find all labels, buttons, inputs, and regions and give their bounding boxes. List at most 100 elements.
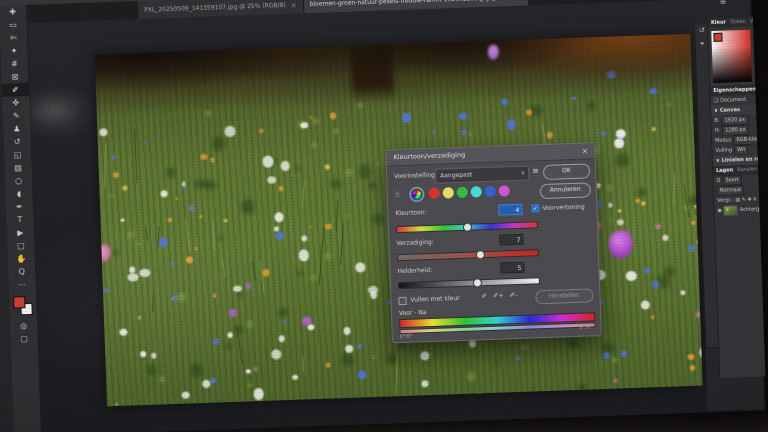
- mode-value[interactable]: RGB-kleur: [733, 135, 757, 146]
- tool-eraser[interactable]: ◱: [4, 148, 31, 162]
- tool-brush[interactable]: ✎: [3, 109, 30, 123]
- hue-value-input[interactable]: 4: [498, 204, 522, 216]
- eyedropper-subtract-icon[interactable]: ✐-: [510, 291, 518, 299]
- flower-dot: [236, 289, 238, 291]
- visibility-eye-icon[interactable]: ◉: [717, 206, 722, 216]
- flower-dot: [123, 186, 127, 191]
- tab-properties[interactable]: Eigenschappen: [713, 87, 755, 94]
- screen-mode-icon[interactable]: ▢: [10, 332, 37, 346]
- tab-color[interactable]: Kleur: [711, 20, 726, 27]
- flower-dot: [203, 380, 211, 388]
- lightness-label: Helderheid:: [397, 267, 432, 275]
- tool-marquee[interactable]: ▭: [0, 18, 27, 32]
- before-after-label: Voor - Na: [399, 309, 427, 317]
- flower-dot: [170, 262, 174, 266]
- rulers-section-header[interactable]: ∨ Linialen en rasters: [713, 155, 758, 167]
- channel-dot-2[interactable]: [457, 187, 468, 198]
- lightness-slider[interactable]: [398, 277, 540, 289]
- tool-gradient[interactable]: ▨: [4, 161, 31, 175]
- cancel-button[interactable]: Annuleren: [540, 182, 591, 199]
- tool-frame[interactable]: ⊠: [1, 70, 28, 84]
- flower-dot: [601, 130, 606, 135]
- workspace-icon[interactable]: ⊞: [720, 0, 726, 6]
- preview-checkbox[interactable]: ✓: [531, 204, 539, 212]
- flower-dot: [138, 316, 141, 319]
- search-icon[interactable]: Q: [716, 176, 720, 186]
- flower-dot: [613, 379, 617, 383]
- canvas-area[interactable]: [28, 0, 708, 432]
- tool-eyedropper[interactable]: ✐: [2, 83, 29, 97]
- tool-zoom[interactable]: Q: [8, 265, 35, 279]
- color-panel-tabs: Kleur Stalen Verlopen: [708, 17, 753, 29]
- tool-path-selection[interactable]: ▶: [7, 226, 34, 240]
- on-image-adjust-icon[interactable]: ☝: [395, 190, 400, 199]
- tab-channels[interactable]: Kanalen: [737, 167, 757, 174]
- tool-pen[interactable]: ✒: [6, 200, 33, 214]
- tool-history-brush[interactable]: ↺: [4, 135, 31, 149]
- layer-filter-select[interactable]: Soort: [722, 175, 742, 186]
- flower-dot: [597, 183, 601, 187]
- flower-dot: [274, 212, 284, 223]
- flower-dot: [115, 403, 117, 405]
- tool-clone-stamp[interactable]: ♟: [3, 122, 30, 136]
- channel-dot-1[interactable]: [443, 187, 454, 198]
- tool-type[interactable]: T: [6, 213, 33, 227]
- saturation-slider-handle[interactable]: [476, 250, 485, 259]
- tool-edit-toolbar[interactable]: ⋯: [8, 278, 35, 292]
- range-readout-left: 0°/0°: [400, 334, 413, 340]
- layer-row-background[interactable]: ◉ Achtergrond ¤: [714, 204, 759, 216]
- flower-dot: [182, 182, 186, 186]
- tool-move[interactable]: ✚: [0, 5, 26, 19]
- color-swatches[interactable]: [9, 295, 37, 318]
- tool-hand[interactable]: ✋: [8, 252, 35, 266]
- close-icon[interactable]: ×: [581, 143, 588, 158]
- preset-select[interactable]: Aangepast ∨: [435, 166, 529, 184]
- channel-dot-4[interactable]: [485, 186, 496, 197]
- flower-dot: [699, 347, 703, 358]
- reset-button[interactable]: Herstellen: [535, 288, 593, 304]
- channel-dot-3[interactable]: [471, 186, 482, 197]
- tool-shape[interactable]: □: [7, 239, 34, 253]
- canvas-section-label: Canvas: [720, 107, 740, 114]
- saturation-slider[interactable]: [397, 249, 539, 261]
- tool-lasso[interactable]: ✄: [0, 31, 27, 45]
- fill-value[interactable]: Wit: [734, 145, 749, 155]
- rulers-section-label: Linialen en rasters: [722, 156, 758, 164]
- tab-close-icon[interactable]: ×: [291, 1, 297, 9]
- flower-dot: [469, 340, 476, 347]
- flower-dot: [189, 363, 203, 379]
- channel-dot-5[interactable]: [499, 185, 510, 196]
- tool-quick-selection[interactable]: ✦: [0, 44, 27, 58]
- tab-layers[interactable]: Lagen: [716, 167, 733, 174]
- ok-button[interactable]: OK: [543, 163, 590, 180]
- color-picker-field[interactable]: [711, 30, 752, 83]
- preset-value: Aangepast: [440, 171, 472, 179]
- lightness-value-input[interactable]: 5: [500, 262, 524, 274]
- colorize-checkbox[interactable]: [398, 297, 406, 305]
- tool-spot-healing[interactable]: ✜: [2, 96, 29, 110]
- foreground-color-swatch[interactable]: [13, 296, 25, 308]
- flower-dot: [324, 165, 329, 170]
- channel-dot-0[interactable]: [429, 188, 440, 199]
- flower-dot: [225, 342, 232, 350]
- layer-name: Achtergrond: [740, 204, 760, 215]
- eyedropper-add-icon[interactable]: ✐+: [493, 291, 504, 299]
- master-channel-color-wheel-icon[interactable]: [411, 188, 423, 200]
- tab-swatches[interactable]: Stalen: [730, 19, 746, 26]
- quick-mask-icon[interactable]: ◎: [10, 319, 37, 333]
- hue-slider[interactable]: [396, 221, 538, 233]
- flower-dot: [189, 205, 195, 211]
- tool-blur[interactable]: ○: [5, 174, 32, 188]
- saturation-value-input[interactable]: 7: [499, 234, 523, 246]
- eyedropper-icon[interactable]: ✐: [481, 292, 487, 300]
- tool-crop[interactable]: #: [1, 57, 28, 71]
- tab-gradients[interactable]: Verlopen: [750, 18, 753, 25]
- hue-slider-handle[interactable]: [463, 223, 472, 232]
- preset-menu-icon[interactable]: ≡: [532, 166, 539, 175]
- tool-dodge[interactable]: ◖: [5, 187, 32, 201]
- tab-document-1-label: PXL_20250509_141359107.jpg @ 25% (RGB/8): [144, 2, 286, 14]
- lightness-slider-handle[interactable]: [473, 278, 482, 287]
- flower-dot: [171, 298, 174, 300]
- chevron-down-icon: ∨: [716, 158, 720, 164]
- foreground-color-chip[interactable]: [713, 33, 722, 42]
